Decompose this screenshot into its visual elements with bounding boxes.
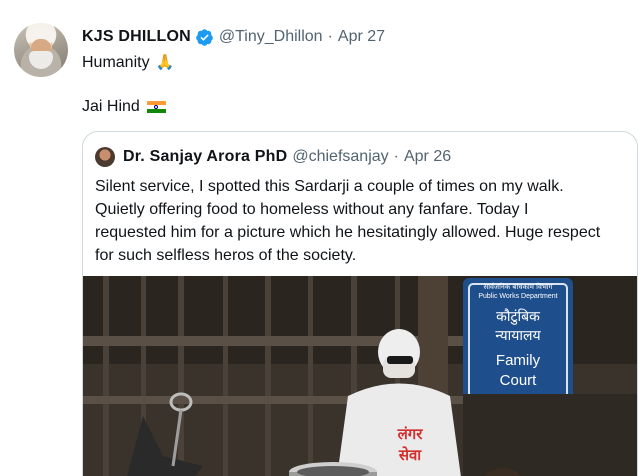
quoted-text-line: Quietly offering food to homeless withou… <box>95 201 529 218</box>
photo-illustration: सार्वजनिक बांधकाम विभाग Public Works Dep… <box>83 276 637 476</box>
quoted-tweet-header: Dr. Sanjay Arora PhD @chiefsanjay · Apr … <box>123 145 451 169</box>
avatar-beard <box>29 51 53 69</box>
author-handle[interactable]: @Tiny_Dhillon <box>219 28 323 46</box>
tweet-header: KJS DHILLON @Tiny_Dhillon · Apr 27 <box>82 26 385 48</box>
tweet-line: Jai Hind <box>82 96 174 118</box>
india-flag-icon <box>146 100 166 114</box>
quoted-text-line: Silent service, I spotted this Sardarji … <box>95 178 564 195</box>
verified-badge-icon <box>196 28 213 46</box>
quoted-author-display-name[interactable]: Dr. Sanjay Arora PhD <box>123 148 287 166</box>
tweet-line-text: Jai Hind <box>82 98 140 115</box>
quoted-author-avatar[interactable] <box>95 147 115 167</box>
tweet[interactable]: KJS DHILLON @Tiny_Dhillon · Apr 27 Human… <box>0 0 644 476</box>
sign-line: Family <box>496 352 541 369</box>
quoted-tweet-date[interactable]: Apr 26 <box>404 148 451 166</box>
tweet-date[interactable]: Apr 27 <box>338 28 385 46</box>
sign-line: Public Works Department <box>478 293 557 300</box>
shirt-text: लंगर <box>397 425 424 443</box>
sign-line: न्यायालय <box>495 328 541 344</box>
tweet-line: Humanity 🙏 <box>82 52 174 74</box>
tweet-text: Humanity 🙏 Jai Hind <box>82 52 174 118</box>
praying-hands-icon: 🙏 <box>155 54 175 71</box>
author-display-name[interactable]: KJS DHILLON <box>82 28 191 46</box>
header-separator: · <box>327 28 333 45</box>
sign-line: सार्वजनिक बांधकाम विभाग <box>483 282 553 291</box>
quoted-text-line: for such selfless heros of the society. <box>95 247 357 264</box>
quoted-tweet-photo[interactable]: सार्वजनिक बांधकाम विभाग Public Works Dep… <box>83 276 637 476</box>
author-avatar[interactable] <box>14 23 68 77</box>
quoted-tweet-text: Silent service, I spotted this Sardarji … <box>95 175 630 267</box>
quoted-author-handle[interactable]: @chiefsanjay <box>292 148 388 166</box>
quoted-tweet[interactable]: Dr. Sanjay Arora PhD @chiefsanjay · Apr … <box>82 131 638 476</box>
sign-line: Court <box>500 372 538 389</box>
sign-line: कौटुंबिक <box>496 308 540 325</box>
quoted-text-line: requested him for a picture which he hes… <box>95 224 601 241</box>
shirt-text: सेवा <box>398 446 422 464</box>
quoted-header-separator: · <box>393 148 399 165</box>
tweet-line-text: Humanity <box>82 54 150 71</box>
